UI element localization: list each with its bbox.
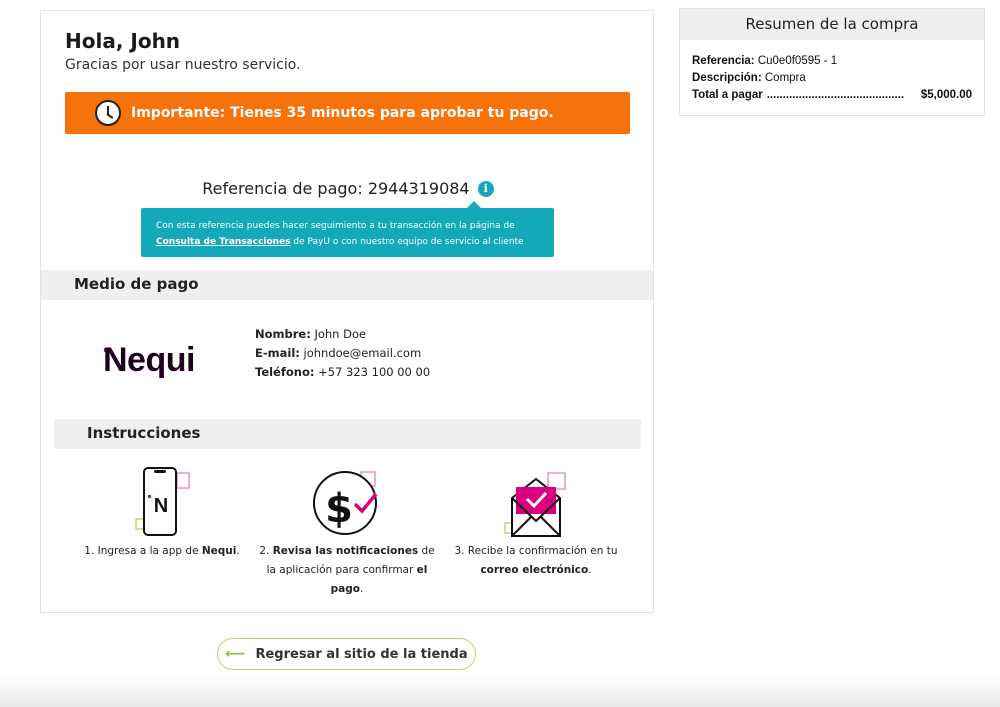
payment-method-header: Medio de pago [41, 270, 653, 300]
tooltip-line1: Con esta referencia puedes hacer seguimi… [156, 221, 515, 231]
step-1-end: . [236, 545, 240, 557]
bottom-edge-shadow [0, 676, 1000, 707]
description-value: Compra [761, 72, 806, 84]
dollar-check-icon: $ [313, 471, 378, 535]
payer-phone-row: Teléfono: +57 323 100 00 00 [255, 363, 430, 382]
info-icon[interactable]: i [477, 181, 494, 197]
reference-tooltip: Con esta referencia puedes hacer seguimi… [141, 201, 554, 257]
total-value: $5,000.00 [920, 89, 972, 101]
payment-card: Hola, John Gracias por usar nuestro serv… [40, 10, 654, 613]
svg-text:$: $ [325, 486, 353, 532]
summary-body: Referencia: Cu0e0f0595 - 1 Descripción: … [680, 40, 984, 104]
phone-value: +57 323 100 00 00 [314, 365, 431, 379]
payment-reference: Referencia de pago: 2944319084 i [41, 179, 655, 198]
greeting-title: Hola, John [65, 29, 181, 53]
phone-label: Teléfono: [255, 365, 315, 379]
summary-description-row: Descripción: Compra [692, 70, 984, 87]
arrow-left-icon: ⟵ [225, 646, 246, 662]
alert-text: Importante: Tienes 35 minutos para aprob… [131, 105, 554, 121]
svg-text:N: N [154, 495, 168, 517]
tooltip-line2: de PayU o con nuestro equipo de servicio… [290, 237, 524, 247]
step-3-text: 3. Recibe la confirmación en tu [454, 545, 618, 557]
step-2-end: . [360, 583, 364, 595]
total-label: Total a pagar [692, 89, 763, 101]
step-3-bold: correo electrónico [480, 564, 589, 576]
step-1-text: 1. Ingresa a la app de [84, 545, 202, 557]
instruction-step-2: 2. Revisa las notificaciones de la aplic… [254, 542, 440, 599]
instructions-title: Instrucciones [87, 424, 201, 442]
email-value: johndoe@email.com [299, 346, 422, 360]
payer-name-row: Nombre: John Doe [255, 325, 430, 344]
email-label: E-mail: [255, 346, 300, 360]
description-label: Descripción: [692, 72, 762, 84]
step-1-bold: Nequi [201, 545, 237, 557]
phone-icon: N [135, 467, 190, 536]
step-2-text: 2. [259, 545, 273, 557]
instruction-step-1: 1. Ingresa a la app de Nequi. [73, 542, 251, 561]
payment-method-title: Medio de pago [74, 275, 199, 293]
back-button-label: Regresar al sitio de la tienda [255, 646, 468, 662]
thanks-text: Gracias por usar nuestro servicio. [65, 57, 301, 73]
tooltip-line2-wrap: Consulta de Transacciones de PayU o con … [156, 234, 554, 250]
instructions-header: Instrucciones [54, 419, 641, 449]
step-3-end: . [588, 564, 592, 576]
payer-details: Nombre: John Doe E-mail: johndoe@email.c… [255, 325, 430, 382]
summary-title: Resumen de la compra [680, 9, 984, 40]
reference-value: Cu0e0f0595 - 1 [754, 55, 838, 67]
envelope-icon [504, 472, 566, 537]
summary-reference-row: Referencia: Cu0e0f0595 - 1 [692, 53, 984, 70]
reference-label: Referencia: [692, 55, 755, 67]
time-alert-banner: Importante: Tienes 35 minutos para aprob… [65, 92, 630, 134]
total-dots: ........................................… [766, 89, 905, 101]
instruction-step-3: 3. Recibe la confirmación en tu correo e… [446, 542, 626, 580]
name-label: Nombre: [255, 327, 311, 341]
transactions-link[interactable]: Consulta de Transacciones [156, 237, 291, 247]
back-to-store-button[interactable]: ⟵ Regresar al sitio de la tienda [217, 638, 476, 670]
clock-icon [95, 100, 121, 126]
payer-email-row: E-mail: johndoe@email.com [255, 344, 430, 363]
payment-reference-label: Referencia de pago: 2944319084 [202, 179, 470, 198]
nequi-logo: Nequi [103, 341, 195, 379]
name-value: John Doe [310, 327, 367, 341]
step-2-bold: Revisa las notificaciones [272, 545, 419, 557]
summary-total-row: Total a pagar ..........................… [692, 87, 972, 104]
purchase-summary: Resumen de la compra Referencia: Cu0e0f0… [679, 8, 985, 116]
